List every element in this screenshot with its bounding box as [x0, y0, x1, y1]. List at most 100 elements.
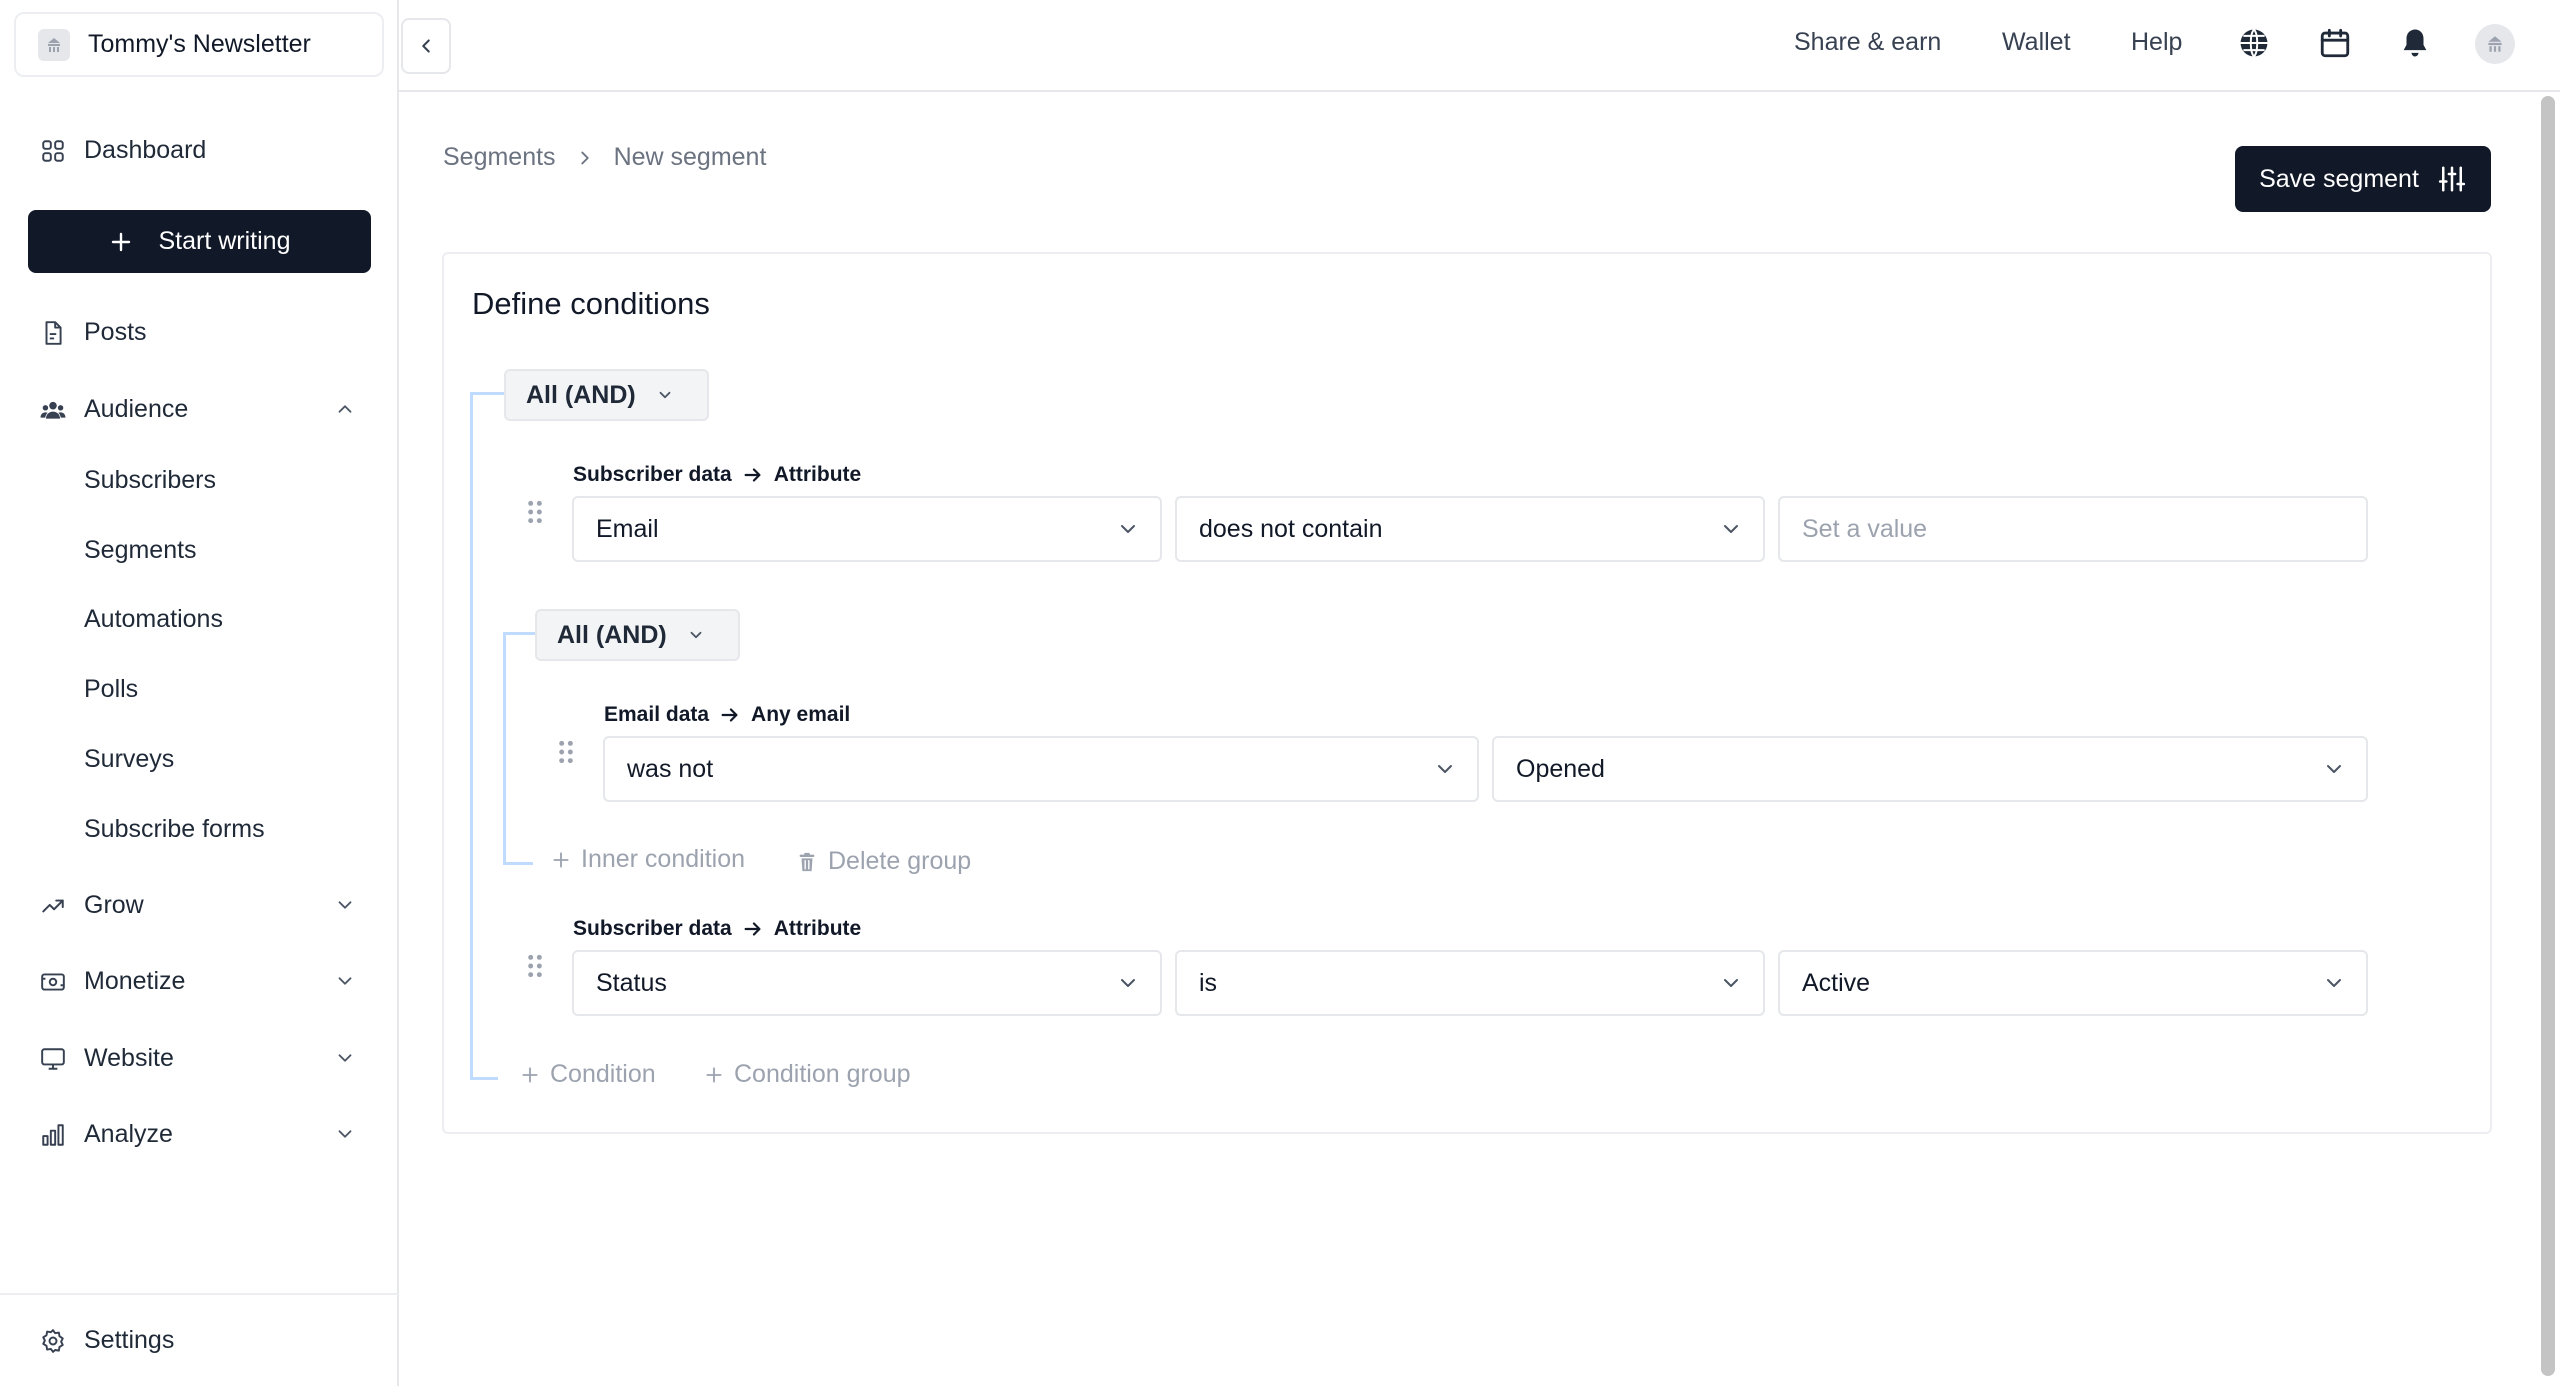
- condition-2-operator-select[interactable]: is: [1175, 950, 1765, 1016]
- wallet-link[interactable]: Wallet: [2002, 28, 2071, 57]
- drag-handle-icon[interactable]: [557, 739, 575, 765]
- sidebar-item-analyze[interactable]: Analyze: [40, 1120, 173, 1149]
- arrow-right-icon: [744, 922, 761, 936]
- add-condition-group-button[interactable]: Condition group: [704, 1060, 911, 1089]
- bell-icon[interactable]: [2398, 26, 2432, 60]
- sidebar-item-segments[interactable]: Segments: [84, 536, 197, 565]
- add-condition-group-label: Condition group: [734, 1060, 911, 1088]
- sidebar-item-subscribers[interactable]: Subscribers: [84, 466, 216, 495]
- drag-handle-icon[interactable]: [526, 953, 544, 979]
- plus-icon: [706, 1066, 722, 1083]
- field-value: Email: [596, 514, 659, 543]
- chevron-down-icon: [1121, 979, 1135, 987]
- scrollbar-thumb[interactable]: [2541, 96, 2555, 1376]
- trash-icon: [799, 852, 815, 871]
- condition-source: Subscriber data: [573, 917, 732, 940]
- chevron-up-icon[interactable]: [334, 398, 356, 420]
- condition-1-field-select[interactable]: Email: [572, 496, 1162, 562]
- arrow-right-icon: [721, 708, 738, 722]
- drag-handle-icon[interactable]: [526, 499, 544, 525]
- add-condition-label: Condition: [550, 1060, 656, 1088]
- sidebar-item-label: Analyze: [84, 1120, 173, 1148]
- sidebar-item-audience[interactable]: Audience: [40, 395, 188, 424]
- condition-2-value-select[interactable]: Active: [1778, 950, 2368, 1016]
- chevron-down-icon: [1438, 765, 1452, 773]
- chevron-down-icon: [1724, 979, 1738, 987]
- define-conditions-title: Define conditions: [472, 286, 710, 321]
- inner-condition-operator-select[interactable]: was not: [603, 736, 1479, 802]
- start-writing-button[interactable]: Start writing: [28, 210, 371, 273]
- sidebar-item-settings[interactable]: Settings: [40, 1326, 174, 1355]
- publication-switcher[interactable]: Tommy's Newsletter: [14, 12, 384, 77]
- chevron-down-icon: [659, 391, 671, 399]
- condition-source: Email data: [604, 703, 710, 726]
- share-earn-link[interactable]: Share & earn: [1794, 28, 1941, 57]
- publication-name: Tommy's Newsletter: [88, 30, 311, 58]
- condition-target: Attribute: [773, 463, 862, 486]
- condition-1-label: Subscriber data Attribute: [573, 463, 861, 487]
- arrow-right-icon: [744, 468, 761, 482]
- sidebar-item-website[interactable]: Website: [40, 1044, 174, 1073]
- chevron-down-icon[interactable]: [334, 894, 356, 916]
- inner-group-operator-select[interactable]: All (AND): [535, 609, 740, 661]
- chevron-right-icon: [580, 151, 589, 164]
- sidebar-item-label: Website: [84, 1044, 174, 1072]
- operator-value: does not contain: [1199, 514, 1383, 543]
- field-value: Status: [596, 968, 667, 997]
- sidebar-item-label: Monetize: [84, 967, 186, 995]
- breadcrumb-segments[interactable]: Segments: [443, 143, 556, 172]
- save-segment-label: Save segment: [2259, 164, 2419, 193]
- sidebar-item-posts[interactable]: Posts: [40, 318, 147, 347]
- chevron-down-icon: [2327, 979, 2341, 987]
- start-writing-label: Start writing: [158, 227, 291, 255]
- inner-condition-label: Email data Any email: [604, 703, 850, 727]
- sidebar-divider: [0, 1293, 399, 1295]
- delete-group-button[interactable]: Delete group: [796, 847, 971, 876]
- chevron-down-icon[interactable]: [334, 1123, 356, 1145]
- operator-value: is: [1199, 968, 1218, 997]
- globe-icon[interactable]: [2237, 26, 2271, 60]
- chevron-down-icon: [2327, 765, 2341, 773]
- value-selected: Opened: [1516, 754, 1605, 783]
- add-condition-button[interactable]: Condition: [520, 1060, 656, 1089]
- condition-1-value-field[interactable]: [1778, 496, 2368, 562]
- calendar-icon[interactable]: [2318, 26, 2352, 60]
- value-input[interactable]: [1802, 514, 2346, 544]
- root-operator-value: All (AND): [526, 380, 636, 409]
- sidebar-item-dashboard[interactable]: Dashboard: [40, 136, 206, 165]
- root-group-operator-select[interactable]: All (AND): [504, 369, 709, 421]
- sidebar-item-automations[interactable]: Automations: [84, 605, 223, 634]
- sidebar-item-label: Dashboard: [84, 136, 207, 164]
- root-tree-line: [470, 392, 473, 1080]
- plus-icon: [522, 1066, 538, 1083]
- inner-condition-value-select[interactable]: Opened: [1492, 736, 2368, 802]
- monitor-icon: [41, 1047, 65, 1070]
- condition-target: Attribute: [773, 917, 862, 940]
- sidebar-item-label: Grow: [84, 891, 144, 919]
- value-selected: Active: [1802, 968, 1871, 997]
- breadcrumb-current: New segment: [613, 143, 767, 171]
- sidebar-item-label: Settings: [84, 1326, 175, 1354]
- sidebar-item-surveys[interactable]: Surveys: [84, 745, 174, 774]
- avatar[interactable]: [2475, 24, 2515, 64]
- root-tree-connector: [470, 392, 504, 395]
- chevron-down-icon: [1724, 525, 1738, 533]
- chevron-left-icon: [422, 39, 430, 53]
- sidebar-item-monetize[interactable]: Monetize: [40, 967, 185, 996]
- chevron-down-icon[interactable]: [334, 970, 356, 992]
- trending-up-icon: [42, 899, 64, 912]
- sidebar-item-polls[interactable]: Polls: [84, 675, 138, 704]
- condition-1-operator-select[interactable]: does not contain: [1175, 496, 1765, 562]
- save-segment-button[interactable]: Save segment: [2235, 146, 2491, 212]
- condition-2-field-select[interactable]: Status: [572, 950, 1162, 1016]
- chevron-down-icon: [690, 631, 702, 639]
- condition-target: Any email: [751, 703, 851, 726]
- chevron-down-icon[interactable]: [334, 1047, 356, 1069]
- sidebar-item-grow[interactable]: Grow: [40, 891, 144, 920]
- help-link[interactable]: Help: [2131, 28, 2182, 57]
- collapse-sidebar-button[interactable]: [401, 18, 451, 74]
- add-inner-condition-button[interactable]: Inner condition: [551, 845, 745, 874]
- sidebar: Tommy's Newsletter Dashboard Start writi…: [0, 0, 399, 1386]
- sidebar-item-subscribe-forms[interactable]: Subscribe forms: [84, 815, 265, 844]
- plus-icon: [553, 851, 569, 868]
